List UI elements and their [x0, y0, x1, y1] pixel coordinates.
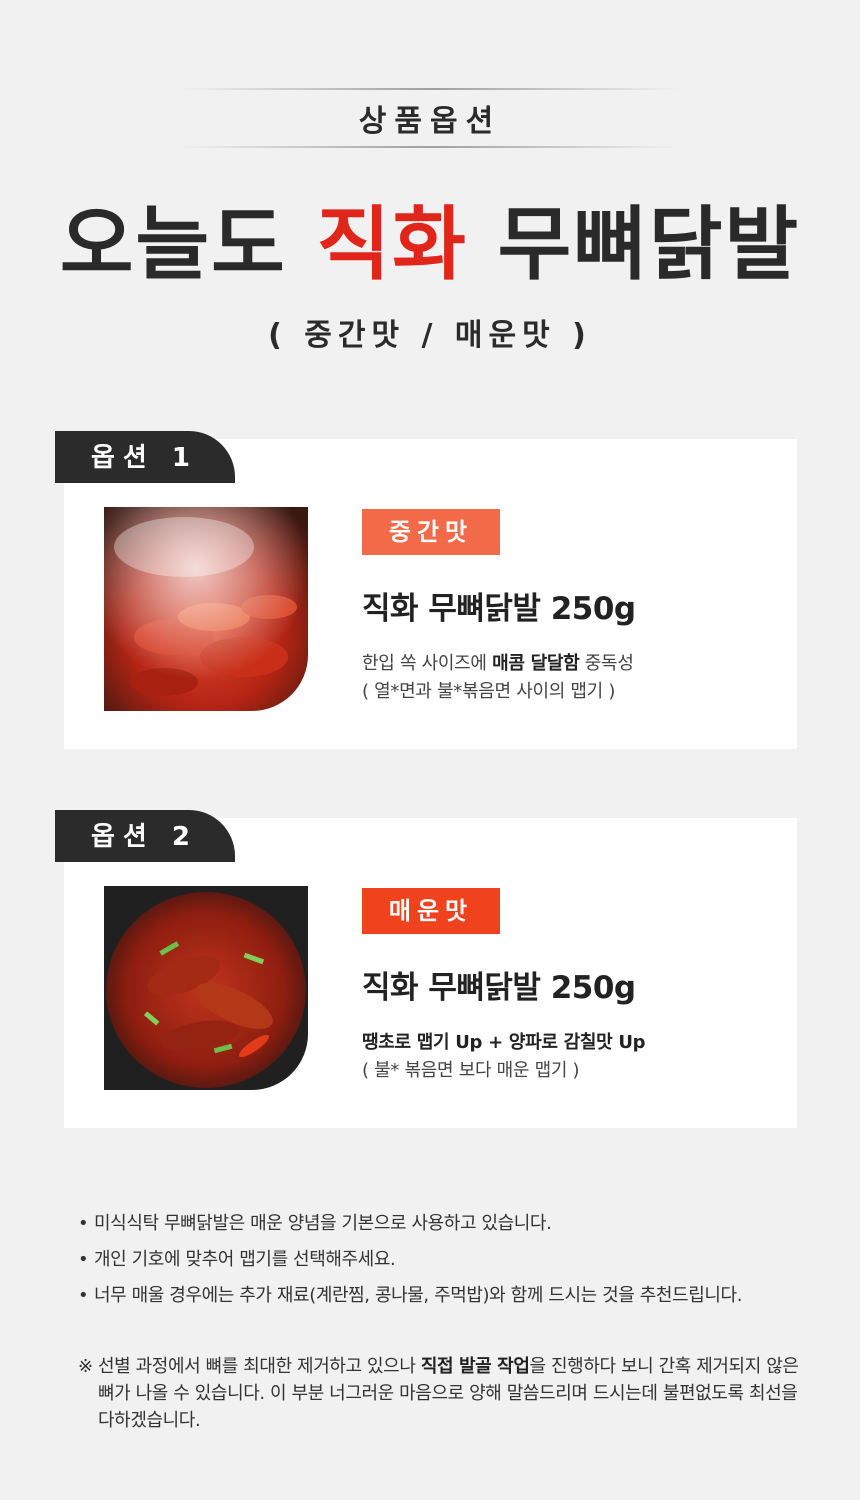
- remark-text: ※ 선별 과정에서 뼈를 최대한 제거하고 있으나: [78, 1356, 421, 1377]
- title-accent: 직화: [316, 197, 468, 291]
- list-item: 개인 기호에 맞추어 맵기를 선택해주세요.: [78, 1244, 818, 1280]
- flavor-badge: 중간맛: [362, 509, 500, 555]
- bone-removal-remark: ※ 선별 과정에서 뼈를 최대한 제거하고 있으나 직접 발골 작업을 진행하다…: [78, 1353, 818, 1434]
- remark-highlight: 직접 발골 작업: [420, 1356, 530, 1377]
- page-title: 오늘도 직화 무뼈닭발: [0, 180, 860, 296]
- product-photo-grilled: [104, 507, 308, 711]
- title-part1: 오늘도: [59, 197, 287, 291]
- section-label: 상품옵션: [358, 104, 502, 139]
- flavor-badge: 매운맛: [362, 888, 500, 934]
- title-part2: 무뼈닭발: [497, 197, 801, 291]
- product-description-2: ( 불* 볶음면 보다 매운 맵기 ): [362, 1060, 580, 1081]
- product-name: 직화 무뼈닭발 250g: [362, 970, 636, 1006]
- product-name: 직화 무뼈닭발 250g: [362, 591, 636, 627]
- option-card-2: 매운맛 직화 무뼈닭발 250g 땡초로 맵기 Up + 양파로 감칠맛 Up …: [64, 818, 797, 1128]
- notes-list: 미식식탁 무뼈닭발은 매운 양념을 기본으로 사용하고 있습니다. 개인 기호에…: [78, 1208, 818, 1316]
- desc-text: 중독성: [579, 653, 634, 674]
- desc-highlight: 매콤 달달함: [492, 653, 580, 674]
- header-top-divider: [180, 88, 680, 90]
- product-description-1: 한입 쏙 사이즈에 매콤 달달함 중독성: [362, 649, 634, 675]
- list-item: 너무 매울 경우에는 추가 재료(계란찜, 콩나물, 주먹밥)와 함께 드시는 …: [78, 1280, 818, 1316]
- header-bottom-divider: [180, 146, 680, 148]
- desc-text: 한입 쏙 사이즈에: [362, 653, 493, 674]
- product-description-1: 땡초로 맵기 Up + 양파로 감칠맛 Up: [362, 1028, 646, 1054]
- option-card-1: 중간맛 직화 무뼈닭발 250g 한입 쏙 사이즈에 매콤 달달함 중독성 ( …: [64, 439, 797, 749]
- flavor-subtitle: ( 중간맛 / 매운맛 ): [268, 318, 592, 353]
- desc-highlight: 땡초로 맵기 Up + 양파로 감칠맛 Up: [362, 1032, 646, 1053]
- list-item: 미식식탁 무뼈닭발은 매운 양념을 기본으로 사용하고 있습니다.: [78, 1208, 818, 1244]
- option-tab-2: 옵션 2: [55, 810, 235, 862]
- option-tab-1: 옵션 1: [55, 431, 235, 483]
- product-description-2: ( 열*면과 불*볶음면 사이의 맵기 ): [362, 681, 616, 702]
- product-photo-spicy: [104, 886, 308, 1090]
